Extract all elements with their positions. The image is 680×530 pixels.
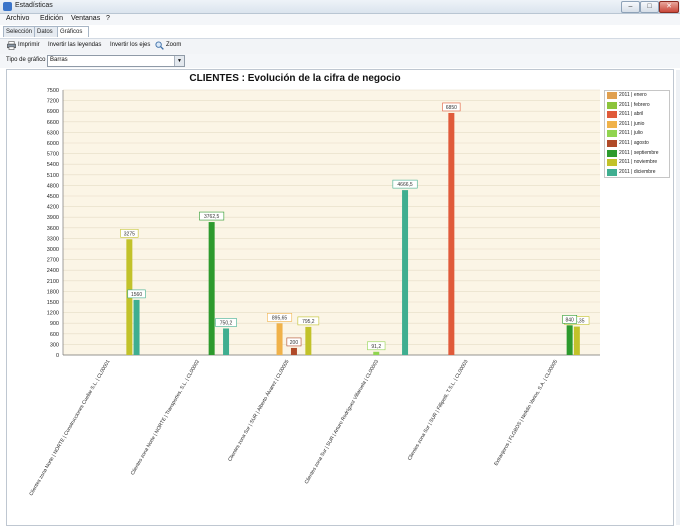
legend-item: 2011 | diciembre bbox=[605, 168, 669, 178]
legend-label: 2011 | junio bbox=[619, 120, 645, 127]
y-tick-label: 1200 bbox=[47, 311, 59, 317]
y-tick-label: 3000 bbox=[47, 247, 59, 253]
bar bbox=[305, 326, 312, 355]
y-tick-label: 6000 bbox=[47, 141, 59, 147]
bar bbox=[223, 328, 230, 355]
y-tick-label: 7500 bbox=[47, 88, 59, 94]
legend-swatch bbox=[607, 111, 617, 119]
y-tick-label: 900 bbox=[50, 321, 59, 327]
legend-item: 2011 | septiembre bbox=[605, 149, 669, 159]
bar bbox=[402, 190, 409, 355]
legend-swatch bbox=[607, 120, 617, 128]
legend-label: 2011 | septiembre bbox=[619, 149, 659, 156]
y-tick-label: 2400 bbox=[47, 268, 59, 274]
y-tick-label: 7200 bbox=[47, 99, 59, 105]
data-label: 91,2 bbox=[371, 344, 381, 350]
legend-item: 2011 | enero bbox=[605, 91, 669, 101]
data-label: 750,2 bbox=[220, 320, 233, 326]
y-tick-label: 1500 bbox=[47, 300, 59, 306]
legend-label: 2011 | abril bbox=[619, 111, 644, 118]
y-tick-label: 1800 bbox=[47, 289, 59, 295]
legend-swatch bbox=[607, 149, 617, 157]
legend-item: 2011 | abril bbox=[605, 110, 669, 120]
y-tick-label: 4800 bbox=[47, 183, 59, 189]
bar bbox=[276, 323, 283, 355]
y-tick-label: 300 bbox=[50, 342, 59, 348]
x-tick-label: Extranjeros | FLGBOS | Nefelin Varios, S… bbox=[493, 359, 559, 467]
y-tick-label: 600 bbox=[50, 332, 59, 338]
legend-item: 2011 | febrero bbox=[605, 101, 669, 111]
y-tick-label: 6600 bbox=[47, 120, 59, 126]
chart-legend: 2011 | enero 2011 | febrero 2011 | abril 20… bbox=[604, 90, 670, 179]
y-tick-label: 6900 bbox=[47, 109, 59, 115]
y-tick-label: 6300 bbox=[47, 130, 59, 136]
y-tick-label: 3900 bbox=[47, 215, 59, 221]
legend-swatch bbox=[607, 130, 617, 138]
legend-label: 2011 | agosto bbox=[619, 139, 649, 146]
y-tick-label: 4500 bbox=[47, 194, 59, 200]
y-tick-label: 5700 bbox=[47, 152, 59, 158]
data-label: 3762,5 bbox=[204, 214, 220, 220]
x-tick-label: Clientes zona Norte | NORTE | Transporte… bbox=[130, 359, 201, 476]
legend-label: 2011 | noviembre bbox=[619, 159, 658, 166]
legend-item: 2011 | agosto bbox=[605, 139, 669, 149]
y-tick-label: 3600 bbox=[47, 226, 59, 232]
legend-swatch bbox=[607, 139, 617, 147]
y-tick-label: 0 bbox=[56, 353, 59, 359]
x-tick-label: Clientes zona Sur | SUR | Alberto Álvare… bbox=[226, 358, 290, 462]
data-label: 795,2 bbox=[302, 319, 315, 325]
x-tick-label: Clientes zona Norte | NORTE | Construcci… bbox=[28, 359, 111, 497]
legend-label: 2011 | diciembre bbox=[619, 168, 656, 175]
bar bbox=[208, 222, 215, 355]
data-label: 840 bbox=[565, 317, 574, 323]
bar-chart: 0 300 600 900 1200 1500 1800 2100 2400 2700 3000 33… bbox=[28, 88, 600, 497]
plot-area bbox=[63, 90, 600, 355]
legend-swatch bbox=[607, 168, 617, 176]
y-tick-label: 3300 bbox=[47, 236, 59, 242]
legend-label: 2011 | enero bbox=[619, 92, 647, 98]
bar bbox=[573, 326, 580, 355]
bar bbox=[373, 351, 380, 355]
bar bbox=[566, 325, 573, 355]
bar bbox=[290, 347, 297, 355]
y-tick-label: 5100 bbox=[47, 173, 59, 179]
x-tick-label: Clientes zona Sur | SUR | Arturo Rodrígu… bbox=[304, 359, 380, 485]
legend-swatch bbox=[607, 101, 617, 109]
bar bbox=[448, 112, 455, 355]
data-label: 200 bbox=[290, 340, 299, 346]
y-tick-label: 2100 bbox=[47, 279, 59, 285]
bar bbox=[133, 299, 140, 355]
data-label: 895,65 bbox=[272, 315, 288, 321]
y-tick-label: 2700 bbox=[47, 258, 59, 264]
x-tick-label: Clientes zona Sur | SUR | Fillipetti, T.… bbox=[407, 359, 470, 462]
legend-item: 2011 | julio bbox=[605, 129, 669, 139]
legend-swatch bbox=[607, 92, 617, 99]
y-tick-label: 5400 bbox=[47, 162, 59, 168]
legend-swatch bbox=[607, 159, 617, 167]
data-label: 3275 bbox=[124, 231, 135, 237]
legend-item: 2011 | noviembre bbox=[605, 158, 669, 168]
data-label: 1560 bbox=[131, 292, 142, 298]
legend-label: 2011 | julio bbox=[619, 130, 643, 137]
legend-item: 2011 | junio bbox=[605, 120, 669, 130]
y-tick-label: 4200 bbox=[47, 205, 59, 211]
data-label: 4666,5 bbox=[397, 182, 413, 188]
legend-label: 2011 | febrero bbox=[619, 101, 650, 108]
data-label: 6850 bbox=[446, 105, 457, 111]
